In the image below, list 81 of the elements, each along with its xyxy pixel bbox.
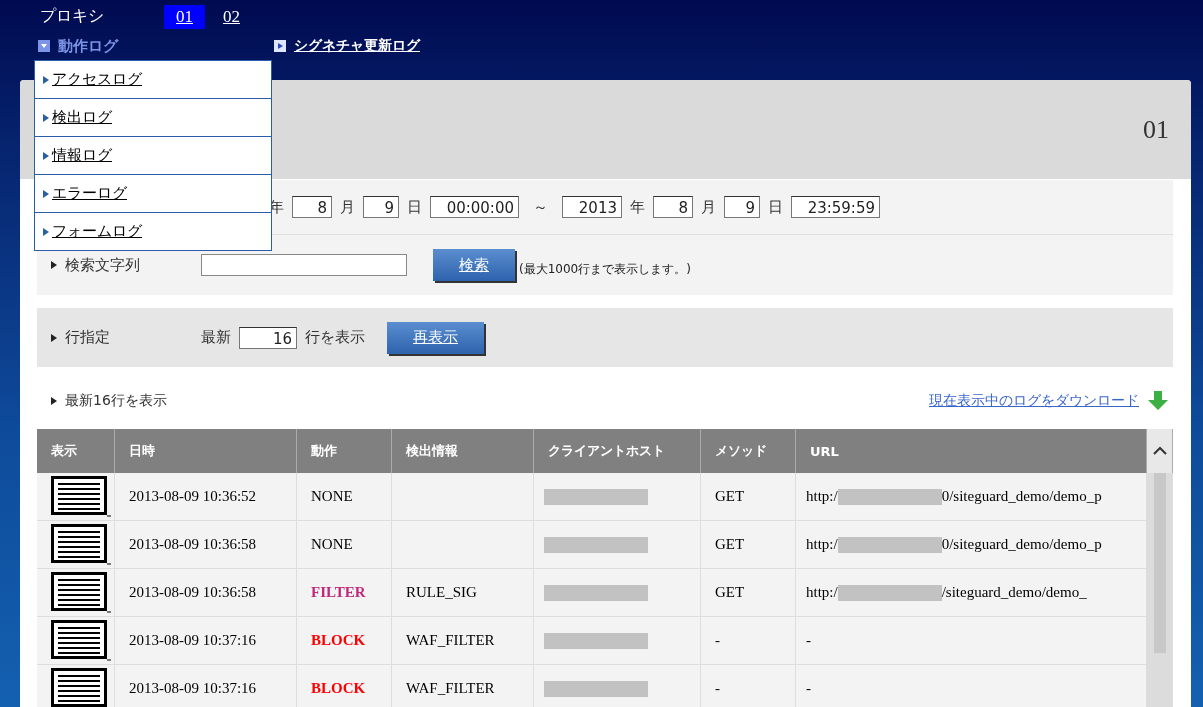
- refresh-button[interactable]: 再表示: [387, 321, 484, 354]
- scroll-up-button[interactable]: [1147, 429, 1173, 473]
- month-field[interactable]: 8: [653, 196, 693, 218]
- url-text: /siteguard_demo/demo_: [941, 584, 1087, 601]
- bullet-icon: [51, 397, 57, 405]
- document-icon[interactable]: [51, 475, 111, 518]
- result-caption: 最新16行を表示: [65, 392, 167, 410]
- rows-suffix: 行を表示: [305, 328, 365, 347]
- datetime-cell: 2013-08-09 10:37:16: [115, 665, 297, 707]
- range-separator: ～: [533, 197, 548, 217]
- year-field[interactable]: 2013: [562, 196, 622, 218]
- column-header: メソッド: [701, 429, 796, 473]
- method-cell: GET: [701, 521, 796, 569]
- scrollbar[interactable]: [1147, 473, 1173, 707]
- action-cell: NONE: [297, 473, 392, 521]
- column-header: 表示: [37, 429, 115, 473]
- search-field[interactable]: [201, 254, 407, 276]
- bullet-icon: [51, 261, 57, 269]
- limit-note: (最大1000行まで表示します。): [519, 260, 691, 278]
- menu-title[interactable]: 動作ログ: [58, 36, 118, 56]
- month-field[interactable]: 8: [292, 196, 332, 218]
- detection-cell: WAF_FILTER: [392, 617, 534, 665]
- signature-log-link[interactable]: シグネチャ更新ログ: [294, 37, 420, 55]
- latest-label: 最新: [201, 328, 231, 347]
- time-field[interactable]: 23:59:59: [791, 196, 880, 218]
- action-cell: BLOCK: [297, 617, 392, 665]
- day-field[interactable]: 9: [363, 196, 399, 218]
- bullet-icon: [51, 333, 57, 342]
- bullet-icon: [43, 75, 49, 84]
- rows-label: 行指定: [65, 328, 111, 347]
- bullet-icon: [43, 113, 49, 122]
- column-header: 動作: [297, 429, 392, 473]
- detection-cell: RULE_SIG: [392, 569, 534, 617]
- url-text: http:/: [806, 584, 838, 601]
- url-text: 0/siteguard_demo/demo_p: [941, 488, 1102, 505]
- bullet-icon: [43, 227, 49, 236]
- column-header: 日時: [115, 429, 297, 473]
- document-icon[interactable]: [51, 523, 111, 566]
- action-cell: FILTER: [297, 569, 392, 617]
- expand-icon[interactable]: [274, 40, 286, 52]
- rows-field[interactable]: 16: [239, 326, 297, 349]
- url-text: http:/: [806, 536, 838, 553]
- search-button[interactable]: 検索: [433, 249, 515, 281]
- url-text: -: [806, 680, 811, 697]
- method-cell: -: [701, 665, 796, 707]
- bullet-icon: [43, 189, 49, 198]
- url-text: 0/siteguard_demo/demo_p: [941, 536, 1102, 553]
- search-label: 検索文字列: [65, 255, 141, 275]
- detection-cell: WAF_FILTER: [392, 665, 534, 707]
- column-header: URL: [796, 429, 1147, 473]
- panel-title: 01: [1143, 114, 1169, 145]
- download-arrow-icon[interactable]: [1147, 391, 1169, 411]
- datetime-cell: 2013-08-09 10:36:52: [115, 473, 297, 521]
- time-field[interactable]: 00:00:00: [430, 196, 519, 218]
- unit-label: 日: [768, 197, 783, 217]
- datetime-cell: 2013-08-09 10:37:16: [115, 617, 297, 665]
- datetime-cell: 2013-08-09 10:36:58: [115, 569, 297, 617]
- url-text: http:/: [806, 488, 838, 505]
- column-header: クライアントホスト: [534, 429, 701, 473]
- collapse-icon[interactable]: [38, 40, 50, 52]
- action-cell: NONE: [297, 521, 392, 569]
- unit-label: 年: [630, 197, 645, 217]
- url-text: -: [806, 632, 811, 649]
- download-link[interactable]: 現在表示中のログをダウンロード: [929, 392, 1139, 410]
- unit-label: 月: [340, 197, 355, 217]
- day-field[interactable]: 9: [724, 196, 760, 218]
- document-icon[interactable]: [51, 571, 111, 614]
- datetime-cell: 2013-08-09 10:36:58: [115, 521, 297, 569]
- action-cell: BLOCK: [297, 665, 392, 707]
- method-cell: GET: [701, 569, 796, 617]
- bullet-icon: [43, 151, 49, 160]
- column-header: 検出情報: [392, 429, 534, 473]
- method-cell: GET: [701, 473, 796, 521]
- chevron-up-icon[interactable]: [1152, 446, 1167, 456]
- proxy-tab[interactable]: 01: [164, 4, 205, 29]
- unit-label: 日: [407, 197, 422, 217]
- proxy-label: プロキシ: [40, 6, 105, 27]
- method-cell: -: [701, 617, 796, 665]
- unit-label: 月: [701, 197, 716, 217]
- proxy-tab[interactable]: 02: [211, 4, 252, 29]
- document-icon[interactable]: [51, 619, 111, 662]
